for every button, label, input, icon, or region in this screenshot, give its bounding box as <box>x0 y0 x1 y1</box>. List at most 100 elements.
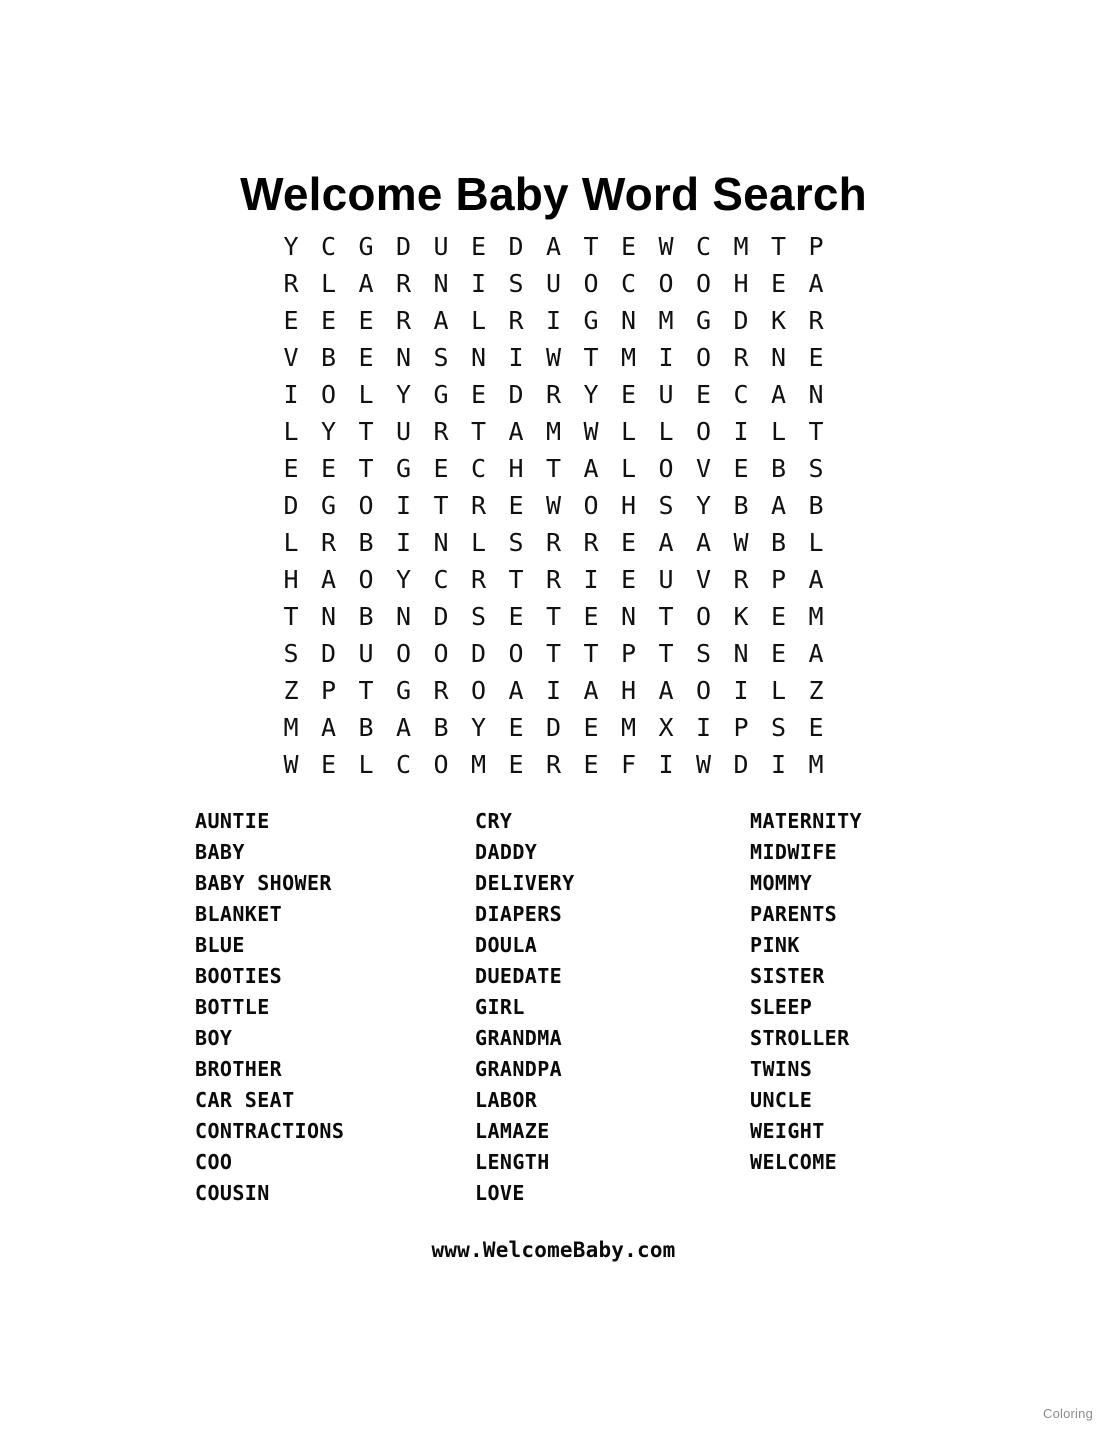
word-list-item[interactable]: BOTTLE <box>195 992 344 1023</box>
grid-cell[interactable]: B <box>310 339 348 376</box>
grid-cell[interactable]: N <box>610 302 648 339</box>
grid-cell[interactable]: R <box>722 561 760 598</box>
grid-cell[interactable]: T <box>760 228 798 265</box>
grid-cell[interactable]: Z <box>272 672 310 709</box>
grid-cell[interactable]: A <box>647 524 685 561</box>
grid-cell[interactable]: L <box>460 302 498 339</box>
grid-cell[interactable]: C <box>610 265 648 302</box>
grid-cell[interactable]: E <box>610 228 648 265</box>
grid-cell[interactable]: H <box>610 672 648 709</box>
grid-cell[interactable]: B <box>347 709 385 746</box>
grid-cell[interactable]: E <box>797 339 835 376</box>
grid-cell[interactable]: N <box>797 376 835 413</box>
grid-cell[interactable]: R <box>310 524 348 561</box>
grid-cell[interactable]: B <box>422 709 460 746</box>
grid-cell[interactable]: O <box>647 265 685 302</box>
grid-cell[interactable]: L <box>797 524 835 561</box>
grid-cell[interactable]: A <box>572 672 610 709</box>
grid-cell[interactable]: T <box>647 598 685 635</box>
grid-cell[interactable]: D <box>497 376 535 413</box>
grid-cell[interactable]: O <box>685 265 723 302</box>
grid-cell[interactable]: E <box>497 487 535 524</box>
grid-cell[interactable]: T <box>535 450 573 487</box>
grid-cell[interactable]: G <box>685 302 723 339</box>
grid-cell[interactable]: X <box>647 709 685 746</box>
grid-cell[interactable]: M <box>460 746 498 783</box>
word-list-item[interactable]: COO <box>195 1147 344 1178</box>
grid-cell[interactable]: L <box>610 450 648 487</box>
grid-cell[interactable]: D <box>422 598 460 635</box>
grid-cell[interactable]: E <box>497 598 535 635</box>
grid-cell[interactable]: A <box>310 709 348 746</box>
grid-cell[interactable]: S <box>272 635 310 672</box>
grid-cell[interactable]: O <box>685 339 723 376</box>
grid-cell[interactable]: A <box>797 265 835 302</box>
grid-cell[interactable]: Y <box>572 376 610 413</box>
grid-cell[interactable]: U <box>347 635 385 672</box>
word-list-item[interactable]: CONTRACTIONS <box>195 1116 344 1147</box>
grid-cell[interactable]: L <box>272 524 310 561</box>
word-list-item[interactable]: TWINS <box>750 1054 862 1085</box>
word-list-item[interactable]: DADDY <box>475 837 575 868</box>
grid-cell[interactable]: R <box>460 487 498 524</box>
grid-cell[interactable]: D <box>722 746 760 783</box>
grid-cell[interactable]: O <box>497 635 535 672</box>
grid-cell[interactable]: C <box>722 376 760 413</box>
grid-cell[interactable]: A <box>760 376 798 413</box>
grid-cell[interactable]: A <box>760 487 798 524</box>
grid-cell[interactable]: V <box>272 339 310 376</box>
grid-cell[interactable]: R <box>535 376 573 413</box>
grid-cell[interactable]: A <box>572 450 610 487</box>
grid-cell[interactable]: I <box>535 302 573 339</box>
grid-cell[interactable]: N <box>385 339 423 376</box>
grid-cell[interactable]: Y <box>310 413 348 450</box>
grid-cell[interactable]: Y <box>272 228 310 265</box>
grid-cell[interactable]: F <box>610 746 648 783</box>
grid-cell[interactable]: R <box>497 302 535 339</box>
grid-cell[interactable]: N <box>385 598 423 635</box>
grid-cell[interactable]: B <box>760 450 798 487</box>
grid-cell[interactable]: A <box>797 635 835 672</box>
grid-cell[interactable]: R <box>385 265 423 302</box>
grid-cell[interactable]: N <box>460 339 498 376</box>
grid-cell[interactable]: E <box>310 450 348 487</box>
word-list-item[interactable]: WEIGHT <box>750 1116 862 1147</box>
grid-cell[interactable]: B <box>722 487 760 524</box>
grid-cell[interactable]: O <box>422 635 460 672</box>
grid-cell[interactable]: P <box>722 709 760 746</box>
grid-cell[interactable]: W <box>647 228 685 265</box>
grid-cell[interactable]: K <box>760 302 798 339</box>
grid-cell[interactable]: D <box>310 635 348 672</box>
grid-cell[interactable]: E <box>272 302 310 339</box>
word-list-item[interactable]: UNCLE <box>750 1085 862 1116</box>
grid-cell[interactable]: D <box>460 635 498 672</box>
grid-cell[interactable]: L <box>647 413 685 450</box>
grid-cell[interactable]: A <box>310 561 348 598</box>
grid-cell[interactable]: M <box>797 746 835 783</box>
word-list-item[interactable]: DIAPERS <box>475 899 575 930</box>
grid-cell[interactable]: A <box>647 672 685 709</box>
grid-cell[interactable]: O <box>347 561 385 598</box>
grid-cell[interactable]: Y <box>385 376 423 413</box>
grid-cell[interactable]: W <box>572 413 610 450</box>
grid-cell[interactable]: R <box>385 302 423 339</box>
grid-cell[interactable]: N <box>422 265 460 302</box>
grid-cell[interactable]: S <box>760 709 798 746</box>
grid-cell[interactable]: R <box>535 524 573 561</box>
grid-cell[interactable]: M <box>535 413 573 450</box>
grid-cell[interactable]: R <box>422 672 460 709</box>
word-list-item[interactable]: DOULA <box>475 930 575 961</box>
grid-cell[interactable]: W <box>272 746 310 783</box>
grid-cell[interactable]: S <box>797 450 835 487</box>
word-list-item[interactable]: BABY SHOWER <box>195 868 344 899</box>
grid-cell[interactable]: H <box>272 561 310 598</box>
grid-cell[interactable]: I <box>722 413 760 450</box>
grid-cell[interactable]: S <box>497 265 535 302</box>
grid-cell[interactable]: R <box>722 339 760 376</box>
grid-cell[interactable]: N <box>422 524 460 561</box>
grid-cell[interactable]: E <box>610 561 648 598</box>
grid-cell[interactable]: S <box>497 524 535 561</box>
word-list-item[interactable]: CAR SEAT <box>195 1085 344 1116</box>
word-list-item[interactable]: COUSIN <box>195 1178 344 1209</box>
grid-cell[interactable]: E <box>460 376 498 413</box>
